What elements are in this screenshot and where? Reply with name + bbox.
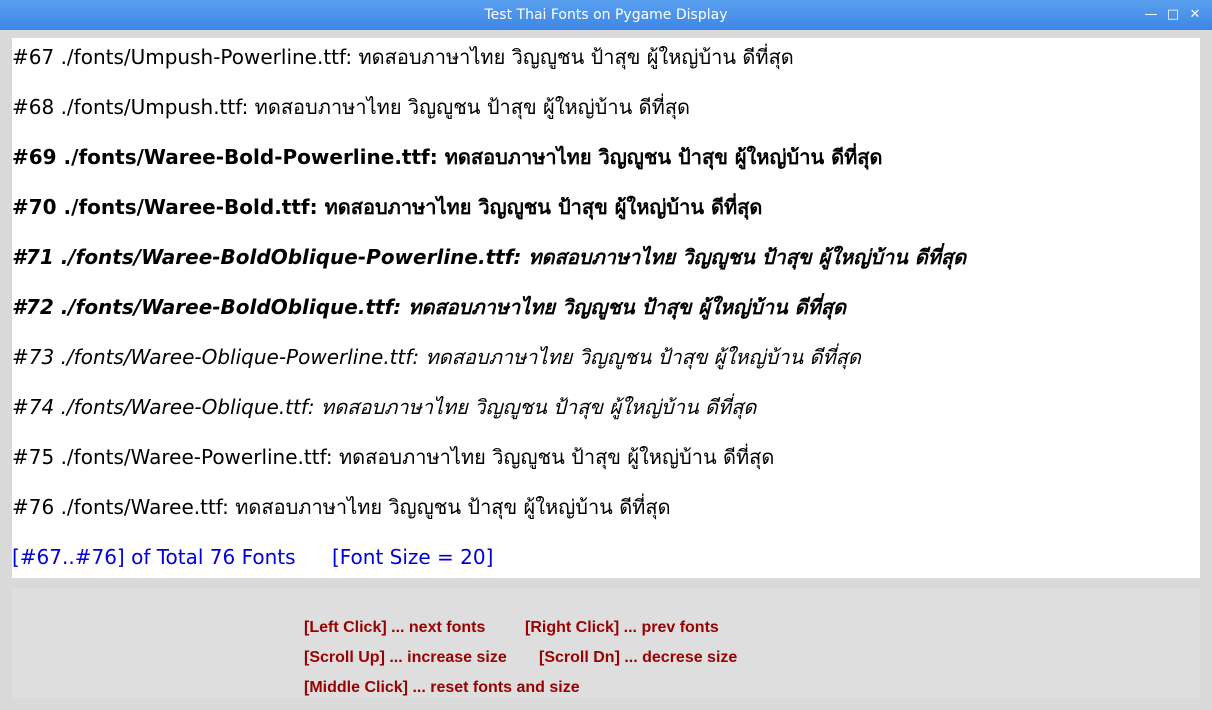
window-controls: — □ ✕	[1140, 0, 1206, 30]
hint-scroll-up: [Scroll Up] ... increase size	[304, 649, 507, 666]
font-sample-line: #72 ./fonts/Waree-BoldOblique.ttf: ทดสอบ…	[12, 295, 847, 319]
help-panel: [Left Click] ... next fonts [Right Click…	[12, 588, 1200, 698]
font-sample-line: #74 ./fonts/Waree-Oblique.ttf: ทดสอบภาษา…	[12, 395, 757, 419]
hint-middle-click: [Middle Click] ... reset fonts and size	[304, 679, 580, 696]
maximize-icon[interactable]: □	[1162, 0, 1184, 30]
hint-left-click: [Left Click] ... next fonts	[304, 619, 486, 636]
title-bar[interactable]: Test Thai Fonts on Pygame Display — □ ✕	[0, 0, 1212, 30]
minimize-icon[interactable]: —	[1140, 0, 1162, 30]
font-range-text: [#67..#76] of Total 76 Fonts	[12, 545, 296, 569]
close-icon[interactable]: ✕	[1184, 0, 1206, 30]
font-sample-line: #76 ./fonts/Waree.ttf: ทดสอบภาษาไทย วิญญ…	[12, 495, 671, 519]
hint-scroll-down: [Scroll Dn] ... decrese size	[539, 649, 738, 666]
font-size-text: [Font Size = 20]	[331, 545, 494, 569]
status-line: [#67..#76] of Total 76 Fonts [Font Size …	[12, 543, 523, 571]
font-sample-line: #68 ./fonts/Umpush.ttf: ทดสอบภาษาไทย วิญ…	[12, 95, 691, 119]
font-sample-line: #71 ./fonts/Waree-BoldOblique-Powerline.…	[12, 245, 967, 269]
font-sample-line: #75 ./fonts/Waree-Powerline.ttf: ทดสอบภา…	[12, 445, 775, 469]
hint-right-click: [Right Click] ... prev fonts	[525, 619, 719, 636]
window-title: Test Thai Fonts on Pygame Display	[484, 7, 728, 23]
font-sample-line: #69 ./fonts/Waree-Bold-Powerline.ttf: ทด…	[12, 145, 883, 169]
font-display-panel[interactable]: #67 ./fonts/Umpush-Powerline.ttf: ทดสอบภ…	[12, 38, 1200, 578]
font-sample-line: #73 ./fonts/Waree-Oblique-Powerline.ttf:…	[12, 345, 861, 369]
font-sample-line: #70 ./fonts/Waree-Bold.ttf: ทดสอบภาษาไทย…	[12, 195, 763, 219]
font-sample-line: #67 ./fonts/Umpush-Powerline.ttf: ทดสอบภ…	[12, 45, 794, 69]
